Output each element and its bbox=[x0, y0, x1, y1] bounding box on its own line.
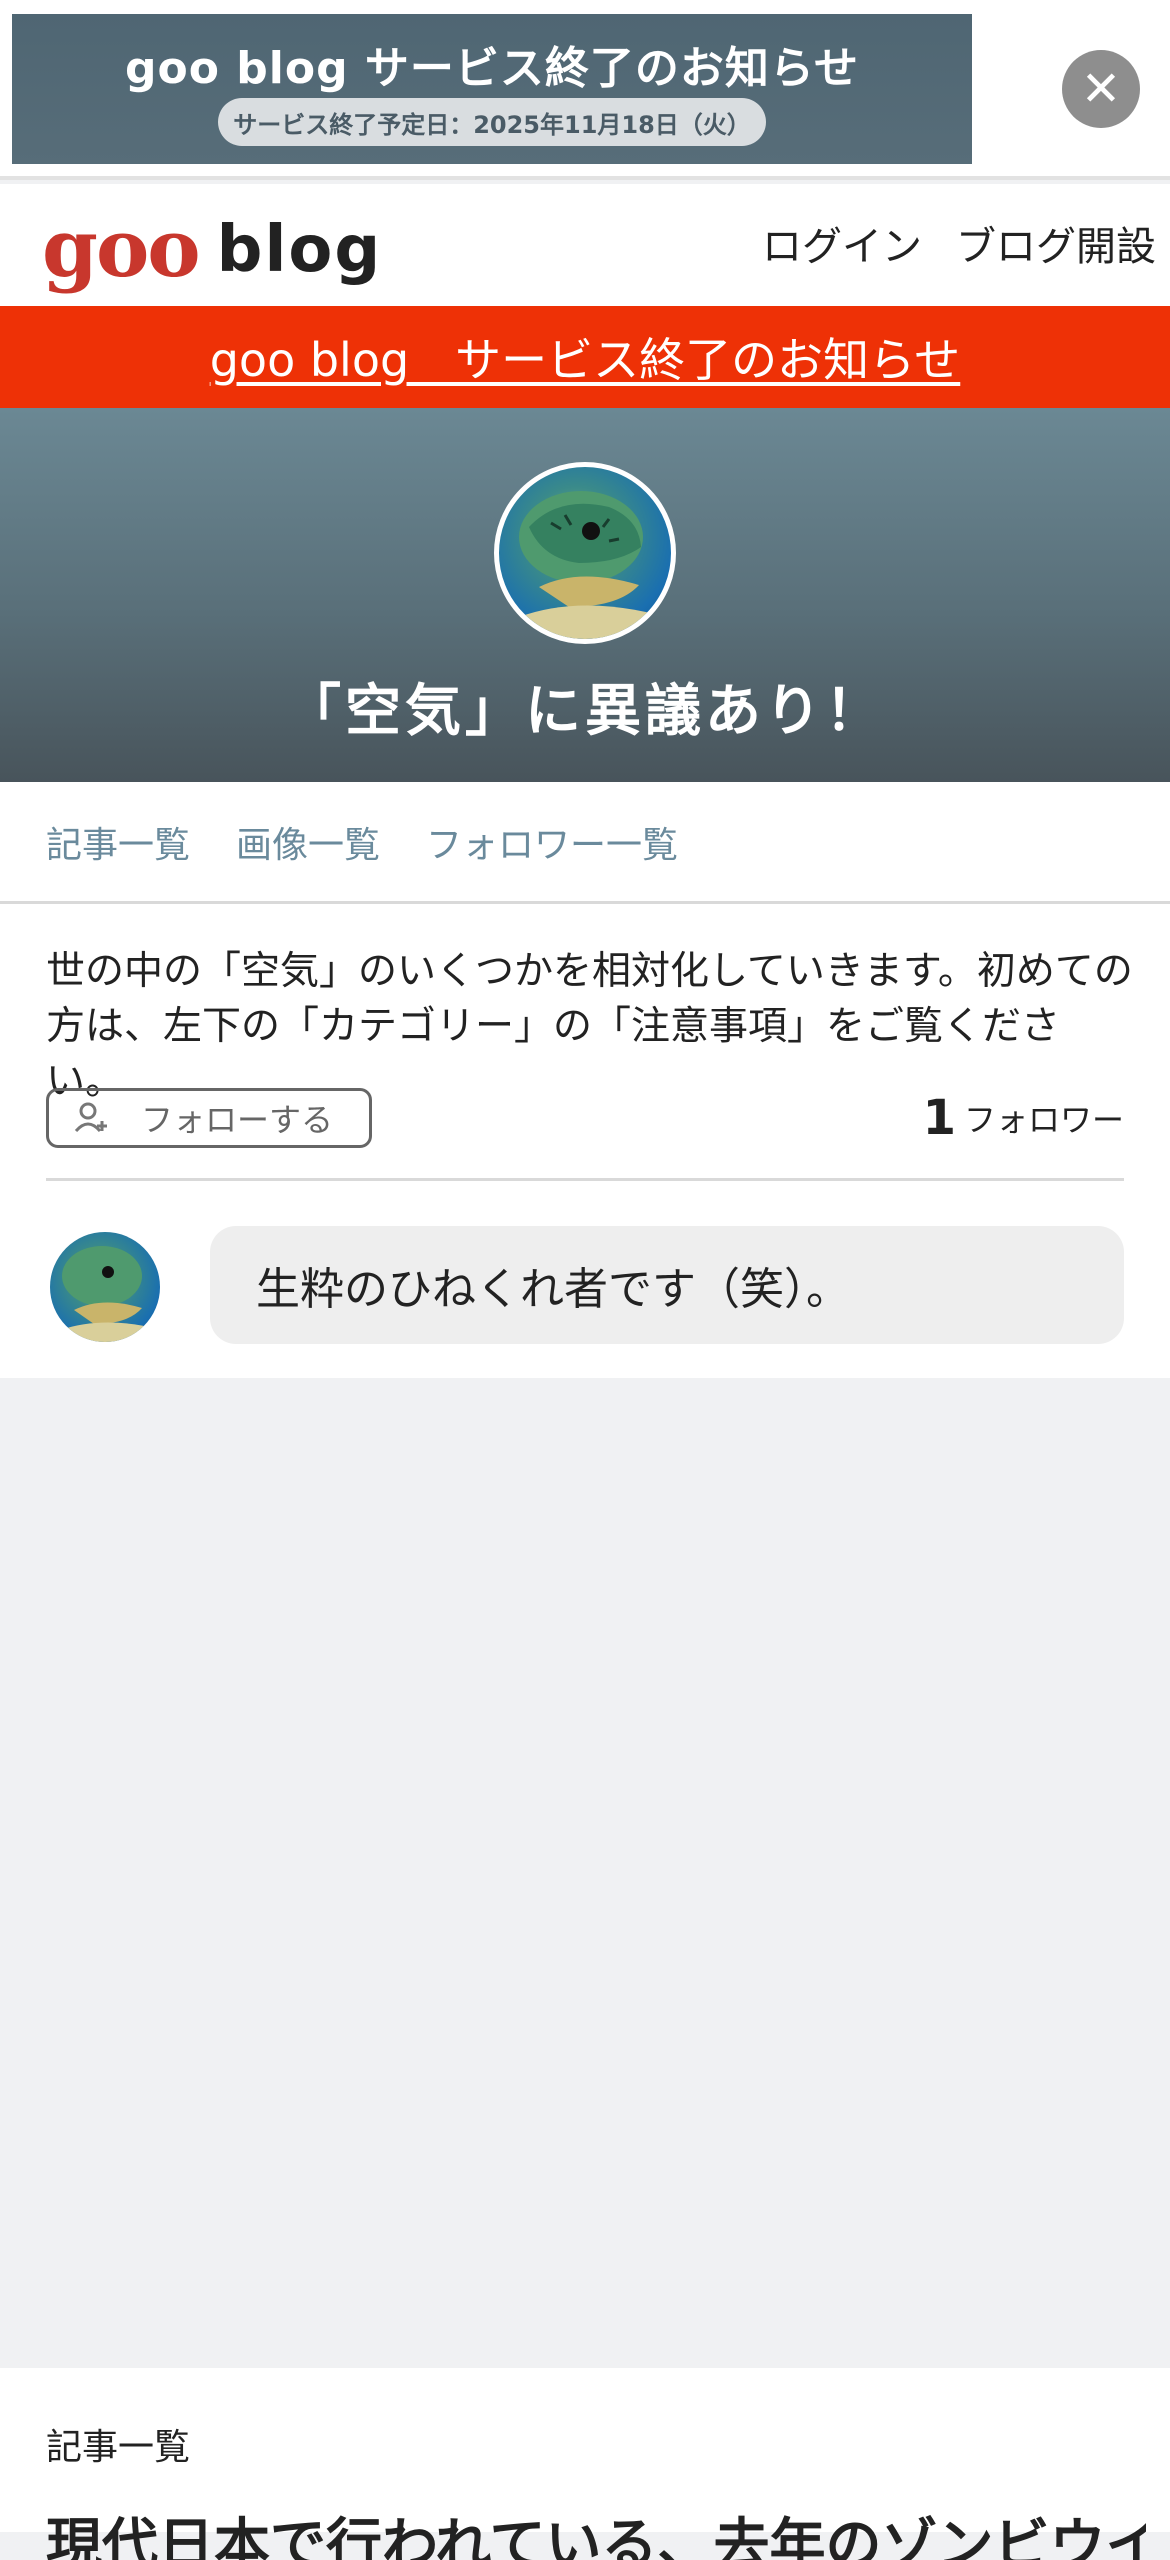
blog-tabs: 記事一覧 画像一覧 フォロワー一覧 bbox=[0, 782, 1170, 904]
divider bbox=[46, 1178, 1124, 1181]
article-title[interactable]: 現代日本で行われている、去年のゾンビウイルス級の bbox=[46, 2500, 1146, 2560]
follower-number: 1 bbox=[922, 1090, 956, 1146]
follow-button-label: フォローする bbox=[141, 1101, 334, 1139]
service-end-notice-link[interactable]: goo blog サービス終了のお知らせ bbox=[210, 324, 961, 390]
site-header: goo blog ログイン ブログ開設 bbox=[0, 184, 1170, 306]
profile-card: 世の中の「空気」のいくつかを相対化していきます。初めての方は、左下の「カテゴリー… bbox=[0, 904, 1170, 1378]
follow-button[interactable]: フォローする bbox=[46, 1088, 372, 1148]
blog-hero: 「空気」に異議あり！ bbox=[0, 408, 1170, 782]
goo-blog-logo[interactable]: goo blog bbox=[42, 202, 382, 288]
close-icon[interactable]: ✕ bbox=[1062, 50, 1140, 128]
banner-title: goo blog サービス終了のお知らせ bbox=[124, 43, 859, 94]
service-end-banner[interactable]: goo blog サービス終了のお知らせ サービス終了予定日：2025年11月1… bbox=[0, 0, 1170, 180]
tab-followers[interactable]: フォロワー一覧 bbox=[426, 816, 678, 868]
notice-bar: goo blog サービス終了のお知らせ bbox=[0, 306, 1170, 408]
blog-avatar[interactable] bbox=[494, 462, 676, 644]
turtle-image bbox=[60, 1246, 154, 1342]
open-blog-link[interactable]: ブログ開設 bbox=[956, 214, 1156, 272]
tab-articles[interactable]: 記事一覧 bbox=[46, 816, 190, 868]
tab-images[interactable]: 画像一覧 bbox=[236, 816, 380, 868]
service-end-banner-image[interactable]: goo blog サービス終了のお知らせ サービス終了予定日：2025年11月1… bbox=[12, 14, 972, 164]
logo-goo: goo bbox=[42, 201, 201, 295]
article-list-heading: 記事一覧 bbox=[46, 2427, 191, 2468]
add-user-icon bbox=[74, 1102, 107, 1133]
logo-blog: blog bbox=[216, 213, 383, 287]
author-bio: 生粋のひねくれ者です（笑）。 bbox=[210, 1226, 1124, 1344]
header-nav: ログイン ブログ開設 bbox=[762, 214, 1156, 272]
article-list: 記事一覧 現代日本で行われている、去年のゾンビウイルス級の bbox=[0, 2368, 1170, 2560]
follower-label: フォロワー bbox=[963, 1101, 1124, 1139]
blog-description: 世の中の「空気」のいくつかを相対化していきます。初めての方は、左下の「カテゴリー… bbox=[46, 949, 1133, 1104]
banner-end-date: サービス終了予定日：2025年11月18日（火） bbox=[218, 98, 766, 146]
turtle-image bbox=[519, 491, 659, 639]
login-link[interactable]: ログイン bbox=[762, 214, 922, 272]
blog-title[interactable]: 「空気」に異議あり！ bbox=[0, 666, 1170, 747]
author-avatar[interactable] bbox=[50, 1232, 160, 1342]
follower-count[interactable]: 1 フォロワー bbox=[923, 1088, 1124, 1148]
